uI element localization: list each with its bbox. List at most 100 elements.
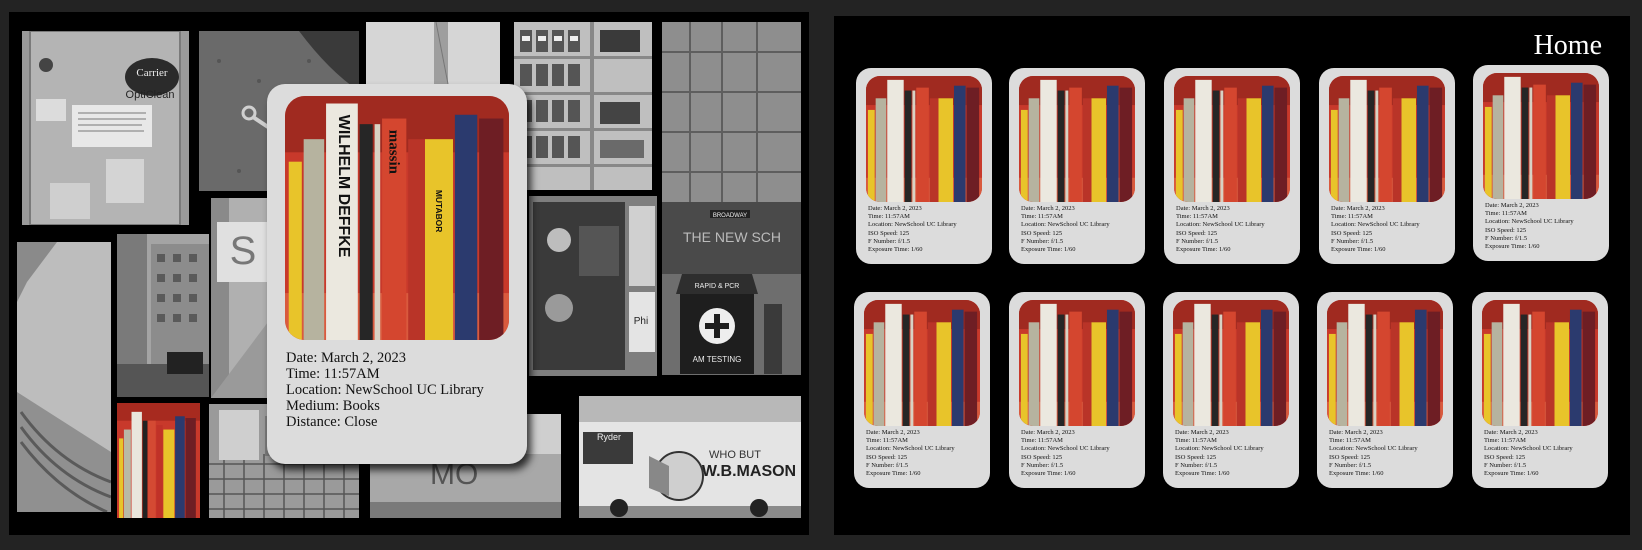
photo-card[interactable]: Date: March 2, 2023 Time: 11:57AM Location…: [1319, 68, 1455, 264]
card-location: Location: NewSchool UC Library: [1176, 221, 1265, 229]
card-time: Time: 11:57AM: [1176, 213, 1218, 221]
bookshelf-image: [1019, 300, 1135, 426]
featured-time: Time: 11:57AM: [286, 366, 380, 382]
corner-wall-photo[interactable]: [17, 242, 111, 512]
card-time: Time: 11:57AM: [1484, 437, 1526, 445]
featured-medium: Medium: Books: [286, 398, 380, 414]
card-metadata: Date: March 2, 2023 Time: 11:57AM Location…: [1485, 202, 1574, 251]
card-metadata: Date: March 2, 2023 Time: 11:57AM Location…: [1176, 205, 1265, 254]
card-date: Date: March 2, 2023: [1329, 429, 1383, 436]
card-metadata: Date: March 2, 2023 Time: 11:57AM Location…: [1021, 205, 1110, 254]
card-time: Time: 11:57AM: [1021, 213, 1063, 221]
moodboard-panel: Carrier OptiClean THE NEW SCH BROADWAY S…: [9, 12, 809, 535]
ryder-text: Ryder: [597, 432, 621, 442]
truck-photo[interactable]: Ryder WHO BUT W.B.MASON: [579, 396, 801, 518]
card-metadata: Date: March 2, 2023 Time: 11:57AM Location…: [1331, 205, 1420, 254]
card-date: Date: March 2, 2023: [1484, 429, 1538, 436]
card-time: Time: 11:57AM: [1021, 437, 1063, 445]
card-iso: ISO Speed: 125: [1331, 229, 1373, 237]
card-metadata: Date: March 2, 2023 Time: 11:57AM Location…: [1484, 429, 1573, 478]
card-iso: ISO Speed: 125: [1175, 453, 1217, 461]
card-location: Location: NewSchool UC Library: [868, 221, 957, 229]
featured-distance: Distance: Close: [286, 414, 378, 430]
card-location: Location: NewSchool UC Library: [1484, 445, 1573, 453]
snack-shelf-photo[interactable]: [514, 22, 652, 190]
card-iso: ISO Speed: 125: [1329, 453, 1371, 461]
card-time: Time: 11:57AM: [868, 213, 910, 221]
photo-card[interactable]: Date: March 2, 2023 Time: 11:57AM Location…: [1163, 292, 1299, 488]
card-date: Date: March 2, 2023: [1485, 202, 1539, 209]
bookshelf-image: [117, 403, 200, 518]
card-metadata: Date: March 2, 2023 Time: 11:57AM Location…: [1021, 429, 1110, 478]
card-exposure: Exposure Time: 1/60: [1331, 246, 1386, 254]
card-iso: ISO Speed: 125: [1484, 453, 1526, 461]
home-panel: Home Date: March 2, 2023 Time: 11:57AM Loc…: [834, 16, 1630, 535]
featured-metadata: Date: March 2, 2023 Time: 11:57AM Locati…: [286, 350, 484, 430]
card-time: Time: 11:57AM: [1485, 210, 1527, 218]
posters-photo[interactable]: Phi: [529, 196, 657, 376]
svg-text:THE NEW SCH: THE NEW SCH: [683, 229, 781, 245]
card-fnumber: F Number: f/1.5: [1021, 237, 1064, 245]
card-fnumber: F Number: f/1.5: [868, 237, 911, 245]
card-exposure: Exposure Time: 1/60: [1485, 243, 1540, 251]
card-date: Date: March 2, 2023: [1021, 205, 1075, 212]
photo-card[interactable]: Date: March 2, 2023 Time: 11:57AM Location…: [1317, 292, 1453, 488]
photo-card[interactable]: Date: March 2, 2023 Time: 11:57AM Location…: [1009, 292, 1145, 488]
card-book-photo: [866, 76, 982, 202]
featured-photo-card[interactable]: WILHELM DEFFKE massin MUTABOR Date: Marc…: [267, 84, 527, 464]
card-iso: ISO Speed: 125: [1021, 453, 1063, 461]
photo-card[interactable]: Date: March 2, 2023 Time: 11:57AM Location…: [856, 68, 992, 264]
svg-text:Phi: Phi: [634, 316, 648, 327]
card-iso: ISO Speed: 125: [866, 453, 908, 461]
home-nav-link[interactable]: Home: [1534, 30, 1602, 62]
card-location: Location: NewSchool UC Library: [1329, 445, 1418, 453]
bookshelf-image: [864, 300, 980, 426]
card-exposure: Exposure Time: 1/60: [1175, 470, 1230, 478]
bookshelf-image: [1174, 76, 1290, 202]
bookshelf-image: [1173, 300, 1289, 426]
photo-card[interactable]: Date: March 2, 2023 Time: 11:57AM Location…: [1164, 68, 1300, 264]
carrier-unit-photo[interactable]: Carrier OptiClean: [22, 31, 189, 225]
card-iso: ISO Speed: 125: [1485, 226, 1527, 234]
card-fnumber: F Number: f/1.5: [1331, 237, 1374, 245]
bookshelf-image: [1327, 300, 1443, 426]
photo-card[interactable]: Date: March 2, 2023 Time: 11:57AM Location…: [1473, 65, 1609, 261]
card-book-photo: [1019, 300, 1135, 426]
card-fnumber: F Number: f/1.5: [1021, 461, 1064, 469]
street-buildings-photo[interactable]: [117, 234, 209, 397]
bookshelf-image: WILHELM DEFFKE massin MUTABOR: [285, 96, 509, 340]
card-book-photo: [1482, 300, 1598, 426]
card-iso: ISO Speed: 125: [1021, 229, 1063, 237]
opticlean-text: OptiClean: [126, 89, 175, 101]
card-iso: ISO Speed: 125: [1176, 229, 1218, 237]
card-fnumber: F Number: f/1.5: [1175, 461, 1218, 469]
tube-light-photo[interactable]: [366, 22, 500, 84]
books-thumb-photo[interactable]: [117, 403, 200, 518]
card-location: Location: NewSchool UC Library: [1021, 445, 1110, 453]
testing-tent-photo[interactable]: RAPID & PCR AM TESTING: [662, 274, 801, 374]
card-iso: ISO Speed: 125: [868, 229, 910, 237]
featured-location: Location: NewSchool UC Library: [286, 382, 484, 398]
card-metadata: Date: March 2, 2023 Time: 11:57AM Location…: [866, 429, 955, 478]
card-exposure: Exposure Time: 1/60: [1176, 246, 1231, 254]
card-location: Location: NewSchool UC Library: [1331, 221, 1420, 229]
photo-card[interactable]: Date: March 2, 2023 Time: 11:57AM Location…: [1009, 68, 1145, 264]
card-time: Time: 11:57AM: [866, 437, 908, 445]
wall-sign-photo[interactable]: S: [211, 198, 271, 398]
photo-card[interactable]: Date: March 2, 2023 Time: 11:57AM Location…: [854, 292, 990, 488]
card-metadata: Date: March 2, 2023 Time: 11:57AM Location…: [1329, 429, 1418, 478]
mutabor-spine-text: MUTABOR: [434, 190, 444, 232]
svg-text:S: S: [230, 229, 257, 273]
bookshelf-image: [1329, 76, 1445, 202]
wilhelm-deffke-spine-text: WILHELM DEFFKE: [335, 115, 352, 258]
card-date: Date: March 2, 2023: [1021, 429, 1075, 436]
card-exposure: Exposure Time: 1/60: [868, 246, 923, 254]
who-but-text: WHO BUT: [709, 449, 761, 461]
bookshelf-image: [866, 76, 982, 202]
photo-card[interactable]: Date: March 2, 2023 Time: 11:57AM Location…: [1472, 292, 1608, 488]
card-date: Date: March 2, 2023: [866, 429, 920, 436]
card-book-photo: [1327, 300, 1443, 426]
rapid-pcr-text: RAPID & PCR: [695, 283, 740, 290]
card-book-photo: [1019, 76, 1135, 202]
card-book-photo: [1174, 76, 1290, 202]
